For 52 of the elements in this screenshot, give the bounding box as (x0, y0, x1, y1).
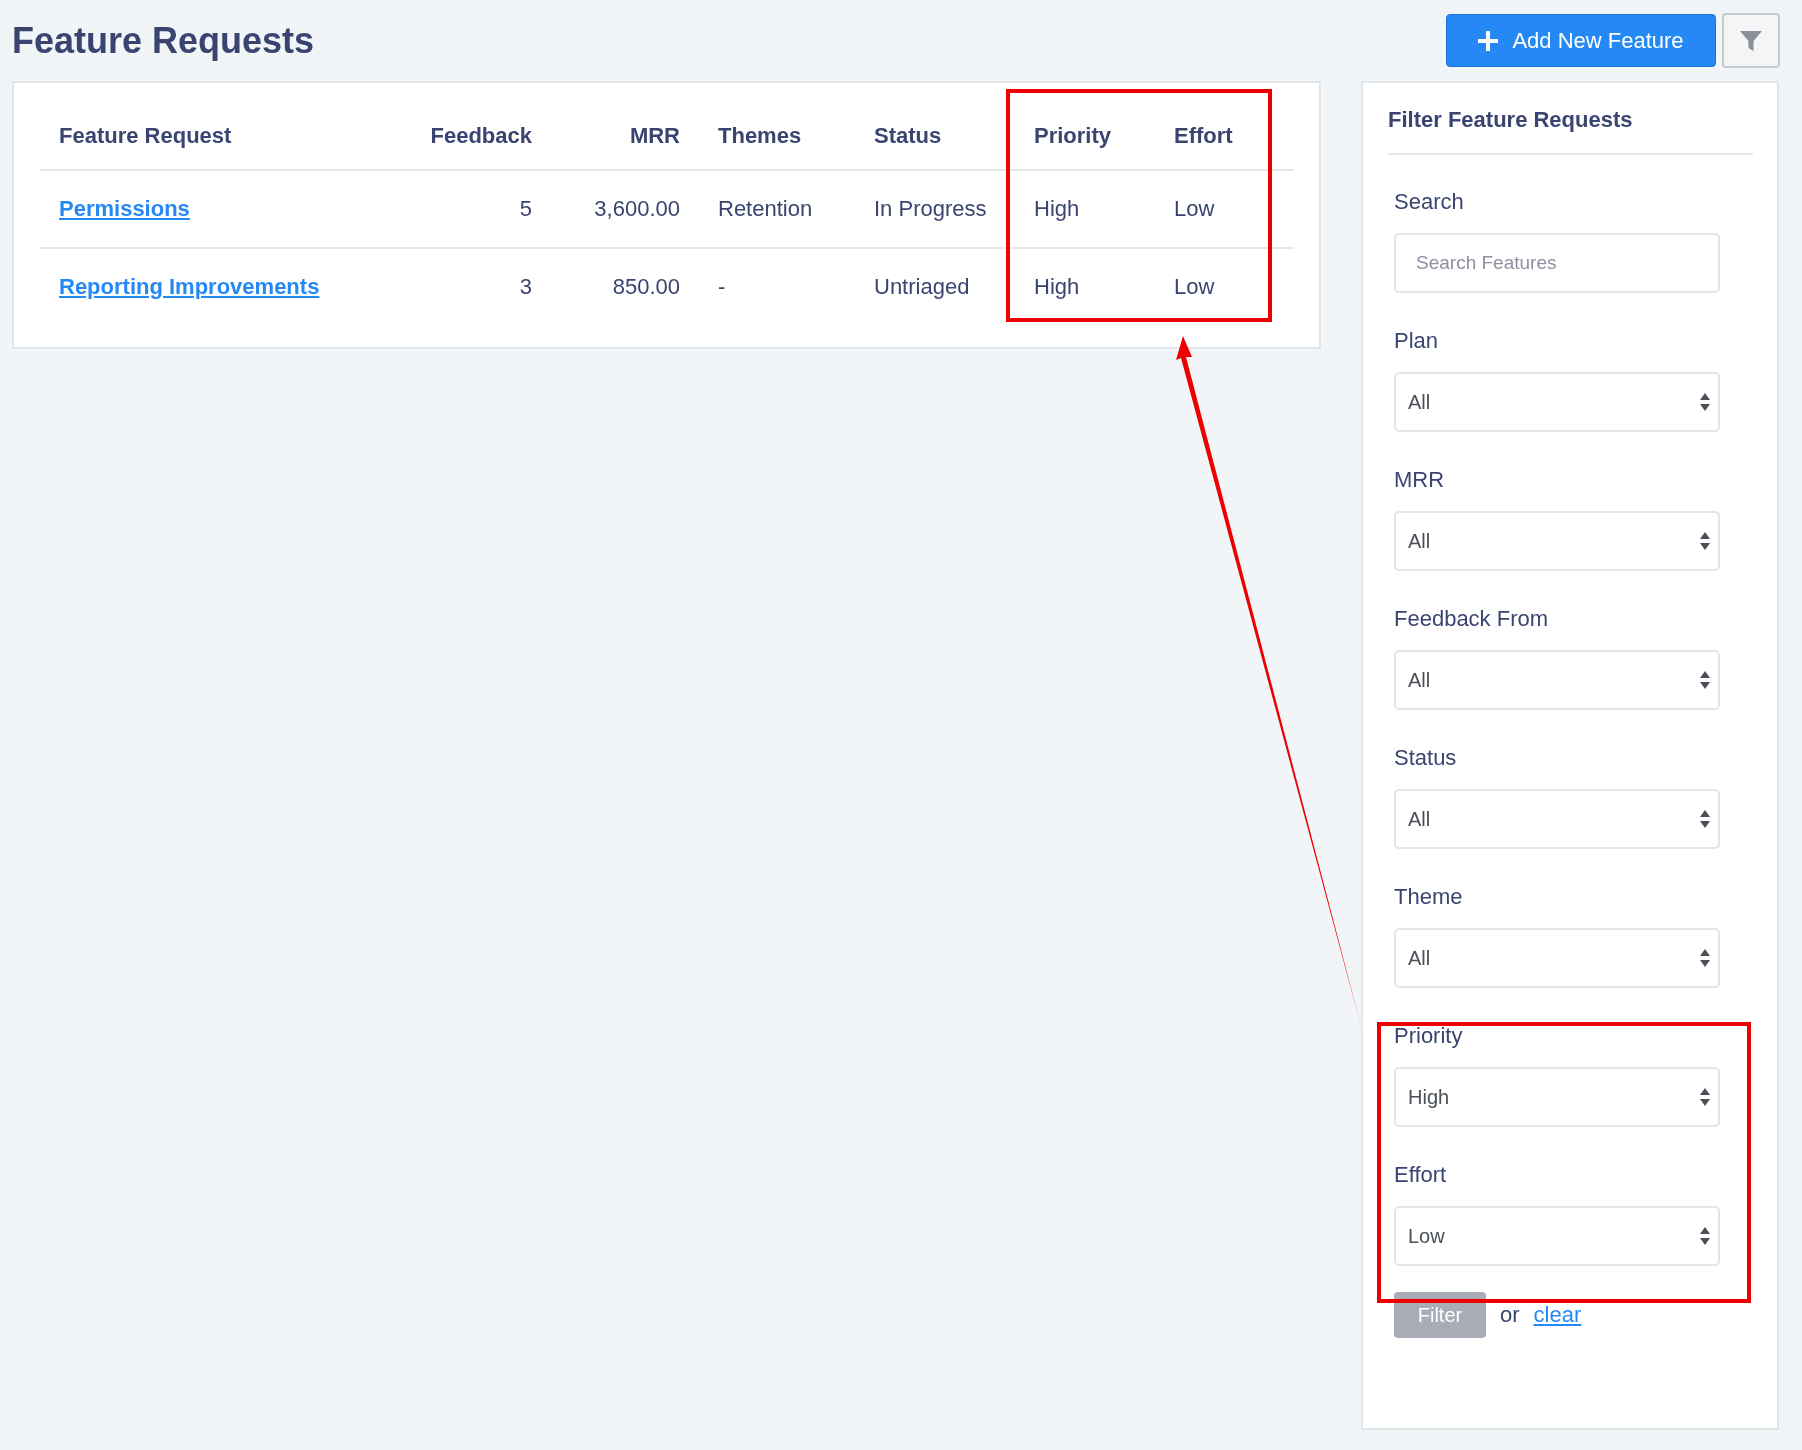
table-cell: Low (1155, 170, 1294, 248)
select-field[interactable]: All (1394, 650, 1720, 710)
select-field[interactable]: Low (1394, 1206, 1720, 1266)
select-field[interactable]: All (1394, 372, 1720, 432)
feature-link[interactable]: Permissions (59, 196, 190, 221)
table-cell: Retention (699, 170, 855, 248)
column-header: Status (855, 103, 1015, 170)
funnel-icon (1739, 28, 1763, 53)
column-header: Feature Request (40, 103, 390, 170)
sort-arrows-icon (1700, 810, 1710, 828)
column-header: Effort (1155, 103, 1294, 170)
field-label: Effort (1394, 1162, 1448, 1188)
field-label: Feedback From (1394, 606, 1550, 632)
sort-arrows-icon (1700, 949, 1710, 967)
field-label: MRR (1394, 467, 1446, 493)
sort-arrows-icon (1700, 1088, 1710, 1106)
table-cell: 3,600.00 (551, 170, 699, 248)
table-cell: Untriaged (855, 248, 1015, 325)
table-cell: 850.00 (551, 248, 699, 325)
search-field[interactable]: Search Features (1394, 233, 1720, 293)
table-cell: 3 (390, 248, 551, 325)
table-cell: High (1015, 170, 1155, 248)
column-header: Priority (1015, 103, 1155, 170)
select-field[interactable]: All (1394, 789, 1720, 849)
column-header: Feedback (390, 103, 551, 170)
plus-icon (1478, 30, 1499, 51)
select-field[interactable]: All (1394, 928, 1720, 988)
select-field[interactable]: High (1394, 1067, 1720, 1127)
table-cell: Low (1155, 248, 1294, 325)
field-label: Plan (1394, 328, 1440, 354)
clear-link[interactable]: clear (1533, 1302, 1582, 1328)
table-cell: In Progress (855, 170, 1015, 248)
sort-arrows-icon (1700, 532, 1710, 550)
table-cell: High (1015, 248, 1155, 325)
filter-button[interactable] (1722, 13, 1780, 68)
panel-title: Filter Feature Requests (1388, 107, 1753, 155)
or-text: or (1500, 1302, 1520, 1328)
page-title: Feature Requests (12, 19, 316, 62)
table-cell: - (699, 248, 855, 325)
sort-arrows-icon (1700, 1227, 1710, 1245)
field-label: Search (1394, 189, 1465, 215)
sort-arrows-icon (1700, 393, 1710, 411)
field-label: Priority (1394, 1023, 1464, 1049)
select-field[interactable]: All (1394, 511, 1720, 571)
field-label: Status (1394, 745, 1458, 771)
table-cell: 5 (390, 170, 551, 248)
feature-link[interactable]: Reporting Improvements (59, 274, 320, 299)
add-feature-button[interactable]: Add New Feature (1446, 14, 1716, 67)
field-label: Theme (1394, 884, 1464, 910)
sort-arrows-icon (1700, 671, 1710, 689)
column-header: MRR (551, 103, 699, 170)
column-header: Themes (699, 103, 855, 170)
